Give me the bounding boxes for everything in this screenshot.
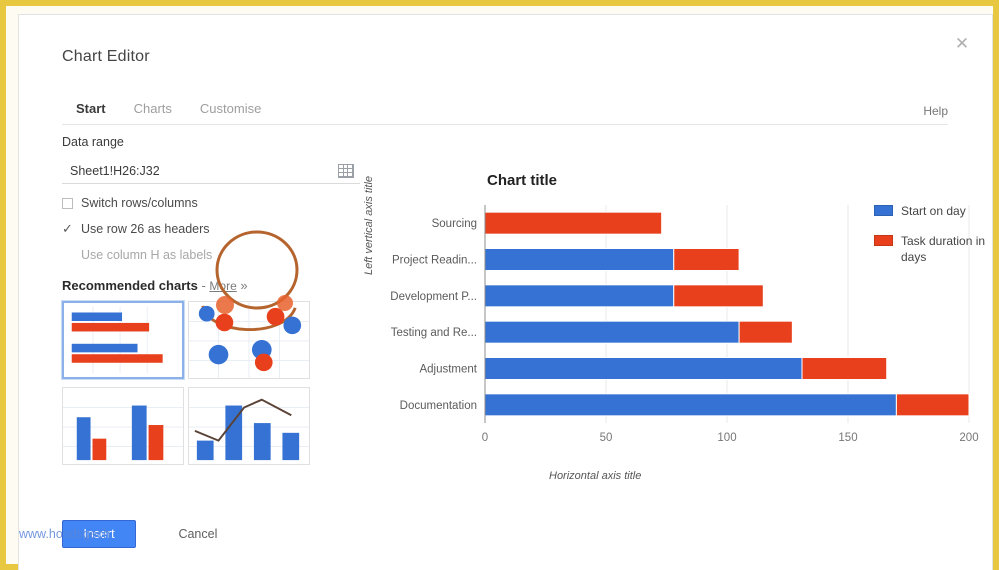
chart-plot: Sourcing Project Readin... Development P..… bbox=[390, 205, 979, 444]
svg-text:Sourcing: Sourcing bbox=[432, 218, 477, 230]
column-chart-thumbnail[interactable] bbox=[62, 387, 184, 465]
dialog-footer: Insert Cancel bbox=[62, 520, 217, 548]
recommended-charts-grid bbox=[61, 300, 312, 465]
recommended-charts-header: Recommended charts - More » bbox=[62, 278, 362, 293]
data-range-label: Data range bbox=[62, 135, 124, 149]
svg-text:0: 0 bbox=[482, 432, 488, 444]
svg-text:50: 50 bbox=[600, 432, 613, 444]
use-column-as-labels-checkbox[interactable]: Use column H as labels bbox=[62, 248, 362, 262]
settings-panel: Data range Sheet1!H26:J32 Switch rows/co… bbox=[61, 135, 362, 465]
svg-text:Testing and Re...: Testing and Re... bbox=[391, 327, 477, 339]
chart-editor-dialog: Chart Editor ✕ Start Charts Customise He… bbox=[18, 14, 993, 570]
legend-item-start-on-day[interactable]: Start on day bbox=[874, 203, 992, 219]
data-range-input[interactable]: Sheet1!H26:J32 bbox=[62, 159, 360, 184]
horizontal-axis-title: Horizontal axis title bbox=[549, 470, 642, 482]
switch-rows-columns-label: Switch rows/columns bbox=[81, 196, 198, 210]
svg-text:Development P...: Development P... bbox=[390, 291, 477, 303]
tab-bar: Start Charts Customise Help bbox=[62, 95, 948, 125]
tab-start[interactable]: Start bbox=[62, 98, 120, 124]
tab-customise[interactable]: Customise bbox=[186, 98, 275, 124]
combo-chart-thumbnail[interactable] bbox=[188, 387, 310, 465]
bubble-chart-thumbnail[interactable] bbox=[188, 301, 310, 379]
page-title: Chart Editor bbox=[62, 48, 150, 65]
more-link[interactable]: More bbox=[209, 279, 236, 293]
recommended-charts-title: Recommended charts bbox=[62, 278, 198, 293]
svg-text:Adjustment: Adjustment bbox=[419, 364, 477, 376]
legend-swatch-blue bbox=[874, 205, 893, 216]
tab-charts[interactable]: Charts bbox=[120, 98, 186, 124]
checkbox-box bbox=[62, 197, 73, 209]
cancel-button[interactable]: Cancel bbox=[178, 520, 217, 548]
svg-text:150: 150 bbox=[838, 432, 857, 444]
switch-rows-columns-checkbox[interactable]: Switch rows/columns bbox=[62, 196, 362, 210]
legend-item-task-duration[interactable]: Task duration in days bbox=[874, 233, 992, 265]
data-range-value[interactable]: Sheet1!H26:J32 bbox=[62, 164, 338, 178]
separator-dash: - bbox=[201, 278, 206, 293]
svg-text:Documentation: Documentation bbox=[400, 400, 477, 412]
checkbox-placeholder bbox=[62, 250, 73, 261]
use-column-as-labels-label: Use column H as labels bbox=[81, 248, 213, 262]
chart-preview: Chart title Left vertical axis title Hor… bbox=[363, 155, 999, 505]
screenshot-frame: Chart Editor ✕ Start Charts Customise He… bbox=[0, 0, 999, 570]
svg-text:Project Readin...: Project Readin... bbox=[392, 255, 477, 267]
svg-text:200: 200 bbox=[959, 432, 978, 444]
close-icon[interactable]: ✕ bbox=[950, 31, 974, 55]
use-row-as-headers-checkbox[interactable]: ✓ Use row 26 as headers bbox=[62, 220, 362, 237]
select-range-grid-icon[interactable] bbox=[338, 164, 354, 178]
legend-label-start-on-day: Start on day bbox=[901, 204, 966, 218]
legend-label-task-duration: Task duration in days bbox=[901, 234, 986, 264]
bar-chart-thumbnail[interactable] bbox=[61, 300, 185, 380]
help-link[interactable]: Help bbox=[923, 104, 948, 118]
legend-swatch-red bbox=[874, 235, 893, 246]
insert-button[interactable]: Insert bbox=[62, 520, 136, 548]
svg-text:100: 100 bbox=[717, 432, 736, 444]
more-arrow-icon[interactable]: » bbox=[240, 278, 247, 293]
use-row-as-headers-label: Use row 26 as headers bbox=[81, 222, 210, 236]
chart-legend: Start on day Task duration in days bbox=[874, 203, 992, 279]
checkmark-icon: ✓ bbox=[62, 220, 73, 236]
